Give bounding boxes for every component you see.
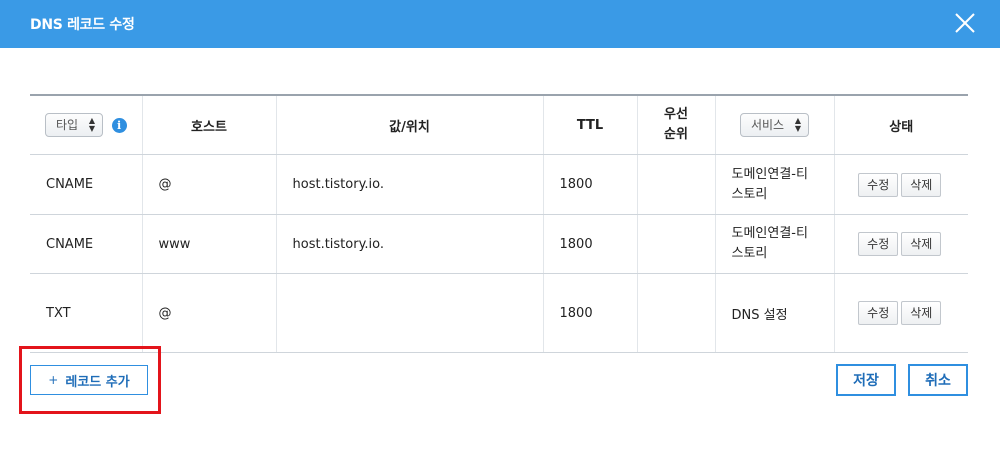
cell-actions: 수정 삭제 — [833, 273, 968, 353]
highlight-box — [19, 346, 161, 414]
cell-value — [275, 273, 543, 353]
cell-priority — [636, 154, 715, 215]
save-button[interactable]: 저장 — [836, 364, 896, 396]
close-icon[interactable] — [952, 10, 978, 36]
table-row: CNAME www host.tistory.io. 1800 도메인연결-티스… — [30, 214, 968, 274]
service-filter-select[interactable]: 서비스 ▲ ▼ — [739, 113, 810, 137]
cell-priority — [636, 214, 715, 274]
info-icon[interactable]: i — [111, 117, 127, 133]
cell-type: CNAME — [30, 154, 142, 215]
cell-service: 도메인연결-티스토리 — [714, 154, 834, 215]
dialog-header: DNS 레코드 수정 — [0, 0, 1000, 48]
delete-button[interactable]: 삭제 — [901, 172, 942, 197]
cell-ttl: 1800 — [542, 154, 637, 215]
cell-actions: 수정 삭제 — [833, 214, 968, 274]
column-service: 서비스 ▲ ▼ — [714, 94, 834, 155]
cell-priority — [636, 273, 715, 353]
column-value: 값/위치 — [275, 94, 543, 155]
delete-button[interactable]: 삭제 — [901, 301, 942, 325]
dialog-title: DNS 레코드 수정 — [30, 17, 135, 33]
type-filter-label: 타입 — [55, 118, 79, 132]
cell-value: host.tistory.io. — [275, 154, 543, 215]
select-arrows-icon: ▲ ▼ — [88, 116, 96, 133]
cell-service: DNS 설정 — [714, 273, 834, 353]
cell-service: 도메인연결-티스토리 — [714, 214, 834, 274]
type-filter-select[interactable]: 타입 ▲ ▼ — [44, 113, 104, 137]
cancel-button[interactable]: 취소 — [908, 364, 968, 396]
cell-value: host.tistory.io. — [275, 214, 543, 274]
cell-host: @ — [141, 273, 276, 353]
cell-type: TXT — [30, 273, 142, 353]
column-type: 타입 ▲ ▼ i — [30, 94, 142, 155]
delete-button[interactable]: 삭제 — [901, 232, 942, 256]
table-header-row: 타입 ▲ ▼ i 호스트 값/위치 TTL 우선 순위 서비스 ▲ ▼ 상태 — [30, 94, 968, 155]
edit-button[interactable]: 수정 — [858, 172, 899, 197]
column-host: 호스트 — [141, 94, 276, 155]
edit-button[interactable]: 수정 — [858, 232, 899, 256]
cell-actions: 수정 삭제 — [833, 154, 968, 215]
cell-ttl: 1800 — [542, 273, 637, 353]
column-ttl: TTL — [542, 94, 637, 155]
dns-record-table: 타입 ▲ ▼ i 호스트 값/위치 TTL 우선 순위 서비스 ▲ ▼ 상태 CNA… — [30, 94, 968, 353]
table-row: CNAME @ host.tistory.io. 1800 도메인연결-티스토리… — [30, 154, 968, 215]
service-filter-label: 서비스 — [750, 118, 785, 132]
column-status: 상태 — [833, 94, 968, 155]
cell-type: CNAME — [30, 214, 142, 274]
table-row: TXT @ 1800 DNS 설정 수정 삭제 — [30, 273, 968, 353]
cell-host: www — [141, 214, 276, 274]
edit-button[interactable]: 수정 — [858, 301, 899, 325]
cell-host: @ — [141, 154, 276, 215]
select-arrows-icon: ▲ ▼ — [794, 116, 802, 133]
column-priority: 우선 순위 — [636, 94, 715, 155]
cell-ttl: 1800 — [542, 214, 637, 274]
